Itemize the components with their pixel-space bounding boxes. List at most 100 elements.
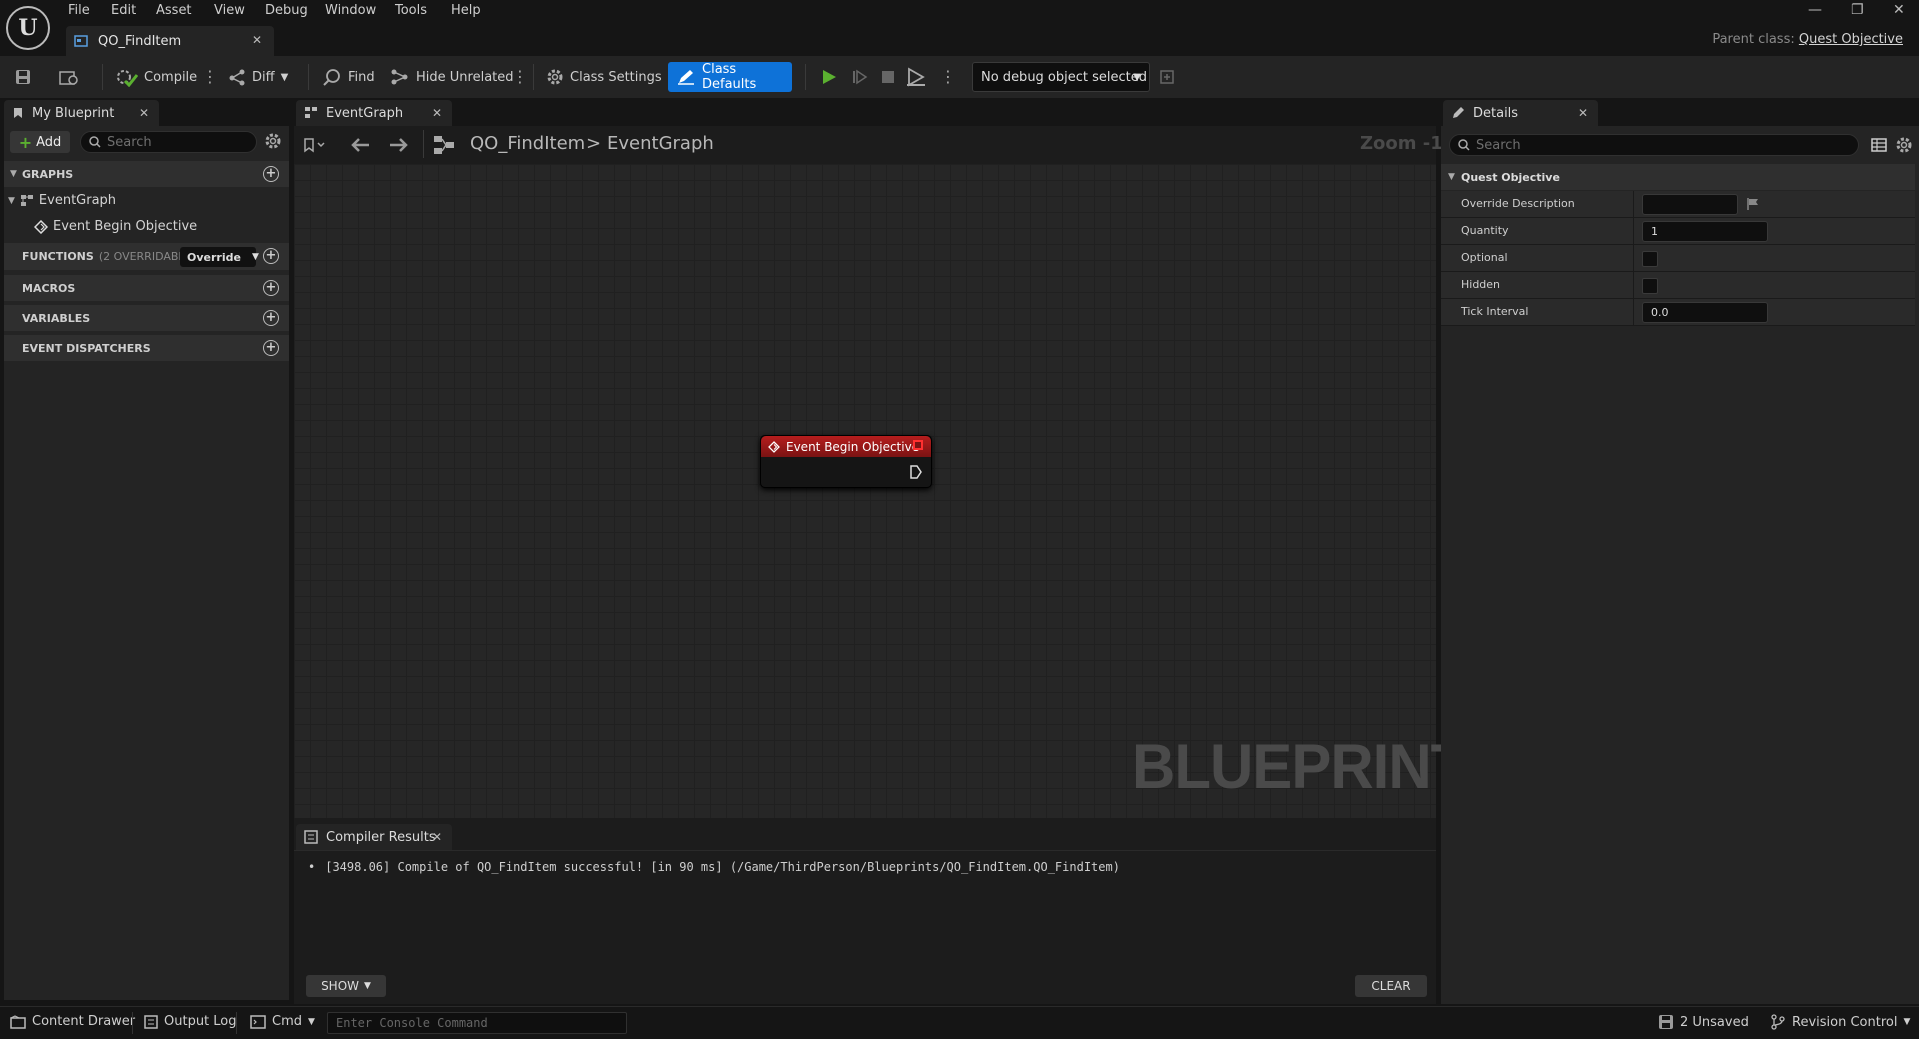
- play-button[interactable]: [820, 62, 838, 92]
- column-splitter[interactable]: [1633, 218, 1634, 245]
- stop-button[interactable]: [880, 62, 896, 92]
- menu-window[interactable]: Window: [325, 3, 376, 18]
- category-quest-objective[interactable]: ▼ Quest Objective: [1441, 164, 1915, 190]
- flag-icon[interactable]: [1746, 197, 1760, 211]
- close-icon[interactable]: ✕: [252, 33, 262, 47]
- graph-nav-bar: [294, 126, 1436, 164]
- close-icon[interactable]: ✕: [432, 830, 442, 844]
- section-event-dispatchers[interactable]: EVENT DISPATCHERS +: [4, 335, 289, 361]
- add-variable-icon[interactable]: +: [263, 310, 279, 326]
- unsaved-button[interactable]: 2 Unsaved: [1658, 1014, 1749, 1030]
- column-splitter[interactable]: [1633, 299, 1634, 326]
- add-graph-icon[interactable]: +: [263, 166, 279, 182]
- quantity-input[interactable]: 1: [1642, 221, 1768, 242]
- search-icon: [1458, 139, 1470, 151]
- hide-unrelated-button[interactable]: Hide Unrelated: [390, 62, 514, 92]
- close-icon[interactable]: ✕: [432, 106, 442, 120]
- add-function-icon[interactable]: +: [263, 248, 279, 264]
- menu-view[interactable]: View: [214, 3, 245, 18]
- compiler-results-tab[interactable]: Compiler Results ✕: [296, 824, 452, 850]
- add-button[interactable]: + Add: [10, 131, 70, 153]
- breadcrumb-separator: >: [586, 133, 602, 154]
- class-settings-button[interactable]: Class Settings: [546, 62, 662, 92]
- hidden-checkbox[interactable]: [1642, 278, 1658, 294]
- cmd-dropdown[interactable]: Cmd ▼: [250, 1014, 315, 1029]
- find-button[interactable]: Find: [322, 62, 375, 92]
- settings-gear-icon[interactable]: [264, 132, 282, 150]
- column-splitter[interactable]: [1633, 245, 1634, 272]
- eventgraph-tab[interactable]: EventGraph ✕: [296, 100, 452, 126]
- forward-arrow-icon[interactable]: [388, 136, 410, 154]
- override-dropdown[interactable]: Override ▼: [180, 247, 259, 267]
- tree-item-eventgraph[interactable]: ▼ EventGraph: [8, 193, 116, 208]
- hide-unrelated-label: Hide Unrelated: [416, 69, 514, 85]
- details-search[interactable]: [1449, 134, 1859, 156]
- menu-edit[interactable]: Edit: [111, 3, 136, 18]
- restore-icon[interactable]: ❐: [1851, 2, 1864, 18]
- blueprint-search[interactable]: [80, 131, 257, 153]
- browse-button[interactable]: [58, 62, 80, 92]
- section-variables[interactable]: VARIABLES +: [4, 305, 289, 331]
- step-forward-icon: [851, 68, 869, 86]
- collapse-arrow-icon: ▼: [8, 195, 15, 206]
- breadcrumb-root[interactable]: QO_FindItem: [470, 133, 585, 154]
- tree-item-event-begin-objective[interactable]: Event Begin Objective: [34, 219, 197, 234]
- add-macro-icon[interactable]: +: [263, 280, 279, 296]
- minimize-icon[interactable]: —: [1808, 2, 1822, 18]
- breadcrumb-leaf[interactable]: EventGraph: [607, 133, 714, 154]
- hide-unrelated-options-icon[interactable]: ⋮: [512, 64, 528, 90]
- console-command-input[interactable]: Enter Console Command: [327, 1012, 627, 1034]
- event-begin-objective-node[interactable]: Event Begin Objective: [760, 435, 932, 488]
- unreal-logo-icon[interactable]: U: [6, 6, 50, 50]
- play-options-icon[interactable]: ⋮: [940, 64, 956, 90]
- diff-button[interactable]: Diff ▼: [228, 62, 288, 92]
- add-dispatcher-icon[interactable]: +: [263, 340, 279, 356]
- save-button[interactable]: [14, 62, 32, 92]
- optional-checkbox[interactable]: [1642, 251, 1658, 267]
- override-description-input[interactable]: [1642, 194, 1738, 215]
- show-button[interactable]: SHOW ▼: [306, 975, 386, 997]
- close-icon[interactable]: ✕: [139, 106, 149, 120]
- pencil-icon: [1451, 106, 1465, 120]
- node-delegate-pin[interactable]: [913, 440, 923, 450]
- property-row-override-description: Override Description: [1441, 191, 1915, 218]
- parent-class-link[interactable]: Quest Objective: [1799, 32, 1903, 47]
- debug-filter-button[interactable]: [1158, 62, 1176, 92]
- compile-options-icon[interactable]: ⋮: [202, 64, 218, 90]
- simulate-button[interactable]: [906, 62, 926, 92]
- section-graphs[interactable]: ▼ GRAPHS +: [4, 161, 289, 187]
- debug-filter-icon: [1158, 68, 1176, 86]
- exec-pin-icon[interactable]: [909, 464, 923, 480]
- menu-debug[interactable]: Debug: [265, 3, 308, 18]
- bookmark-icon[interactable]: [302, 137, 328, 153]
- blueprint-search-input[interactable]: [107, 134, 256, 150]
- revision-control-button[interactable]: Revision Control ▼: [1770, 1014, 1910, 1030]
- column-splitter[interactable]: [1633, 272, 1634, 299]
- column-splitter[interactable]: [1633, 191, 1634, 218]
- debug-object-select[interactable]: No debug object selected ▼: [972, 62, 1150, 92]
- close-icon[interactable]: ✕: [1578, 106, 1588, 120]
- resume-button[interactable]: [851, 62, 869, 92]
- find-label: Find: [348, 69, 375, 85]
- menu-tools[interactable]: Tools: [395, 3, 427, 18]
- section-macros[interactable]: MACROS +: [4, 275, 289, 301]
- compile-button[interactable]: Compile: [116, 62, 197, 92]
- details-tab[interactable]: Details ✕: [1443, 100, 1598, 126]
- details-settings-gear-icon[interactable]: [1895, 136, 1913, 154]
- menu-file[interactable]: File: [68, 3, 90, 18]
- menu-asset[interactable]: Asset: [156, 3, 192, 18]
- class-defaults-button[interactable]: Class Defaults: [668, 62, 792, 92]
- content-drawer-button[interactable]: Content Drawer: [10, 1014, 135, 1029]
- back-arrow-icon[interactable]: [349, 136, 371, 154]
- section-macros-label: MACROS: [22, 281, 76, 295]
- my-blueprint-tab[interactable]: My Blueprint ✕: [4, 100, 159, 126]
- document-tab[interactable]: QO_FindItem ✕: [66, 26, 274, 56]
- menu-help[interactable]: Help: [451, 3, 481, 18]
- tick-interval-input[interactable]: 0.0: [1642, 302, 1768, 323]
- clear-button[interactable]: CLEAR: [1355, 975, 1427, 997]
- details-search-input[interactable]: [1476, 137, 1858, 153]
- window-close-icon[interactable]: ✕: [1893, 2, 1905, 18]
- property-matrix-icon[interactable]: [1871, 137, 1887, 153]
- graph-canvas[interactable]: [294, 164, 1436, 818]
- output-log-button[interactable]: Output Log: [144, 1014, 237, 1029]
